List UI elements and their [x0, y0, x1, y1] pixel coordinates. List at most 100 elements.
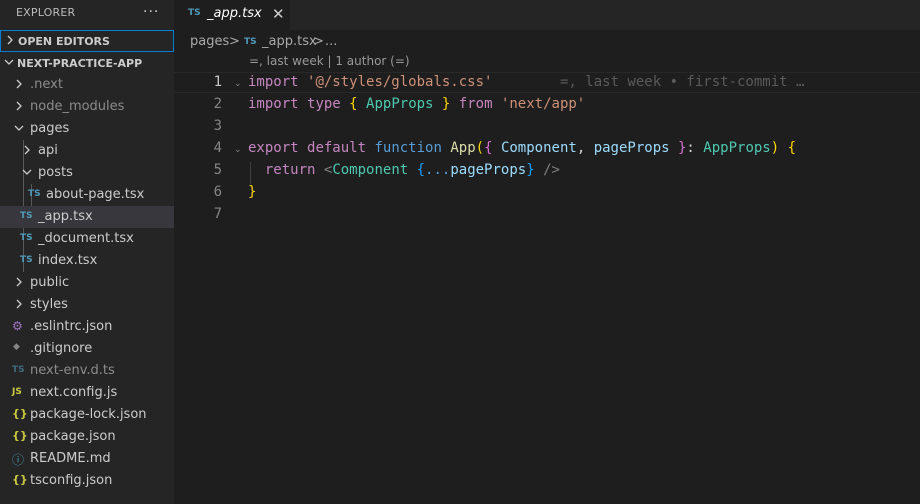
fold-chevron-icon[interactable]: ⌄ — [234, 79, 242, 89]
git-icon: ◆ — [13, 342, 20, 352]
typescript-icon: TS — [20, 255, 33, 265]
line-number: 7 — [213, 206, 222, 222]
code-token: from — [458, 96, 493, 112]
tab-bar: TS _app.tsx ✕ — [174, 0, 920, 30]
explorer-title: EXPLORER — [16, 6, 76, 19]
project-label: NEXT-PRACTICE-APP — [17, 57, 143, 70]
tree-folder-pages[interactable]: pages — [0, 118, 174, 140]
tree-file-package[interactable]: {} package.json — [0, 426, 174, 448]
code-token: , — [576, 140, 586, 156]
code-token: { — [349, 96, 358, 112]
project-section[interactable]: NEXT-PRACTICE-APP — [0, 53, 174, 75]
json-icon: {} — [12, 407, 28, 420]
code-token: AppProps — [703, 140, 771, 156]
line-number: 5 — [213, 162, 222, 178]
code-token: function — [374, 140, 442, 156]
code-token: AppProps — [366, 96, 434, 112]
breadcrumb-folder[interactable]: pages — [190, 34, 229, 49]
code-line-2[interactable]: import type { AppProps } from 'next/app' — [248, 96, 585, 112]
tree-item-label: tsconfig.json — [30, 473, 113, 488]
code-token: pageProps — [593, 140, 670, 156]
tree-item-label: about-page.tsx — [46, 187, 145, 202]
line-number: 3 — [213, 118, 222, 134]
tree-folder-public[interactable]: public — [0, 272, 174, 294]
tree-file-package-lock[interactable]: {} package-lock.json — [0, 404, 174, 426]
tree-folder-posts[interactable]: posts — [0, 162, 174, 184]
chevron-down-icon — [4, 56, 14, 71]
breadcrumb-separator: > — [313, 34, 324, 49]
code-token: ( — [475, 140, 485, 156]
line-number: 1 — [213, 74, 222, 90]
code-token: default — [307, 140, 367, 156]
tree-file-index[interactable]: TS index.tsx — [0, 250, 174, 272]
code-line-1[interactable]: import '@/styles/globals.css' — [248, 74, 492, 90]
line-number: 2 — [213, 96, 222, 112]
tree-folder-next[interactable]: .next — [0, 74, 174, 96]
code-token: { — [484, 140, 493, 156]
code-token: import — [248, 74, 299, 90]
tree-item-label: .eslintrc.json — [30, 319, 113, 334]
close-icon[interactable]: ✕ — [272, 5, 285, 23]
codelens-blame[interactable]: =, last week | 1 author (=) — [249, 54, 410, 68]
code-token: App — [450, 140, 476, 156]
fold-chevron-icon[interactable]: ⌄ — [234, 145, 242, 155]
chevron-right-icon — [14, 298, 24, 310]
tree-file-tsconfig[interactable]: {} tsconfig.json — [0, 470, 174, 492]
typescript-icon: TS — [28, 189, 41, 199]
tree-file-readme[interactable]: ⓘ README.md — [0, 448, 174, 470]
tree-folder-node-modules[interactable]: node_modules — [0, 96, 174, 118]
tree-item-label: package.json — [30, 429, 116, 444]
code-token: import — [248, 96, 299, 112]
tree-folder-api[interactable]: api — [0, 140, 174, 162]
typescript-icon: TS — [20, 233, 33, 243]
tree-item-label: .gitignore — [30, 341, 93, 356]
json-icon: {} — [12, 473, 28, 486]
code-token: type — [307, 96, 341, 112]
tree-item-label: next.config.js — [30, 385, 118, 400]
chevron-right-icon — [14, 276, 24, 288]
tree-file-next-env[interactable]: TS next-env.d.ts — [0, 360, 174, 382]
typescript-icon: TS — [20, 211, 33, 221]
typescript-icon: TS — [244, 37, 257, 47]
code-token: Component — [332, 162, 409, 178]
code-token: return — [264, 162, 316, 178]
tree-item-label: next-env.d.ts — [30, 363, 115, 378]
indent-guide — [250, 162, 251, 184]
tree-file-gitignore[interactable]: ◆ .gitignore — [0, 338, 174, 360]
explorer-sidebar: EXPLORER ··· OPEN EDITORS NEXT-PRACTICE-… — [0, 0, 174, 504]
code-line-5[interactable]: return <Component {...pageProps} /> — [248, 162, 560, 178]
tree-item-label: _document.tsx — [38, 231, 134, 246]
more-actions-icon[interactable]: ··· — [143, 4, 159, 20]
tab-label: _app.tsx — [207, 6, 262, 21]
json-icon: {} — [12, 429, 28, 442]
tree-file-document[interactable]: TS _document.tsx — [0, 228, 174, 250]
code-token: } — [526, 162, 535, 178]
tree-item-label: public — [30, 275, 70, 290]
code-token: { — [787, 140, 797, 156]
typescript-icon: TS — [188, 8, 201, 18]
code-token: Component — [500, 140, 577, 156]
code-token: 'next/app' — [500, 96, 586, 112]
tree-item-label: posts — [38, 165, 73, 180]
code-line-4[interactable]: export default function App({ Component,… — [248, 140, 796, 156]
tab-app-tsx[interactable]: TS _app.tsx ✕ — [174, 0, 290, 30]
inline-blame: =, last week • first-commit … — [560, 74, 805, 90]
code-token: { — [416, 162, 426, 178]
tree-file-eslintrc[interactable]: ⚙ .eslintrc.json — [0, 316, 174, 338]
code-line-6[interactable]: } — [248, 184, 256, 200]
tree-item-label: pages — [30, 121, 70, 136]
code-token: '@/styles/globals.css' — [307, 74, 493, 90]
tree-item-label: _app.tsx — [38, 209, 93, 224]
tree-folder-styles[interactable]: styles — [0, 294, 174, 316]
open-editors-section[interactable]: OPEN EDITORS — [0, 30, 174, 52]
tree-file-about-page[interactable]: TS about-page.tsx — [0, 184, 174, 206]
code-token: ... — [425, 162, 451, 178]
tree-file-app[interactable]: TS _app.tsx — [0, 206, 174, 228]
tree-item-label: package-lock.json — [30, 407, 147, 422]
code-token: : — [686, 140, 695, 156]
breadcrumb-file[interactable]: _app.tsx — [262, 34, 317, 49]
typescript-icon: TS — [12, 365, 25, 375]
breadcrumb-more[interactable]: ... — [325, 34, 337, 49]
tree-file-next-config[interactable]: JS next.config.js — [0, 382, 174, 404]
code-token: pageProps — [450, 162, 527, 178]
